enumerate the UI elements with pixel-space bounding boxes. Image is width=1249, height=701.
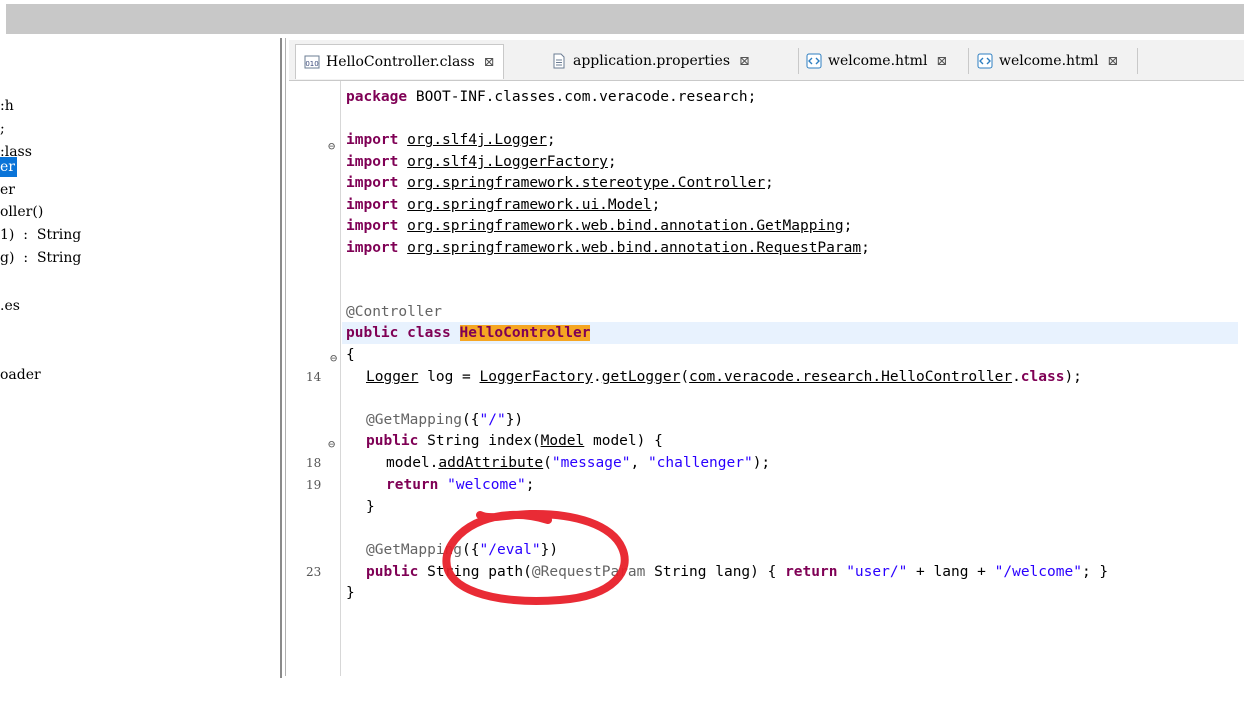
code-line-import: import org.slf4j.Logger;	[346, 132, 556, 148]
tab-separator	[968, 48, 969, 74]
tab-separator	[1137, 48, 1138, 74]
tab-label: application.properties	[573, 53, 731, 69]
line-number: 18	[306, 456, 322, 470]
tab-label: welcome.html	[828, 53, 928, 69]
code-line-return: return "welcome";	[386, 477, 535, 493]
code-line-class-decl: public class HelloController	[346, 325, 591, 341]
outline-item[interactable]: oller()	[0, 202, 43, 222]
outline-item[interactable]: ;	[0, 119, 5, 139]
line-number: 23	[306, 565, 322, 579]
tab-application-properties[interactable]: application.properties ⊠	[551, 44, 750, 78]
fold-collapse-icon[interactable]: ⊖	[328, 437, 335, 451]
class-name-highlight: HelloController	[459, 325, 591, 341]
editor-bottom-edge	[285, 676, 1249, 701]
code-line-import: import org.springframework.web.bind.anno…	[346, 240, 870, 256]
code-line-import: import org.springframework.ui.Model;	[346, 197, 661, 213]
line-number: 14	[306, 370, 322, 384]
panel-divider[interactable]	[280, 38, 282, 678]
tab-separator	[798, 48, 799, 74]
panel-divider-inner	[285, 38, 286, 678]
outline-item[interactable]: 1) : String	[0, 225, 81, 245]
outline-item[interactable]: .es	[0, 296, 20, 316]
outline-item[interactable]: oader	[0, 365, 41, 385]
tab-label: HelloController.class	[326, 54, 475, 70]
tab-welcome-html-2[interactable]: welcome.html ⊠	[977, 44, 1118, 78]
outline-item-selected[interactable]: er	[0, 157, 17, 177]
code-line-import: import org.springframework.web.bind.anno…	[346, 218, 853, 234]
code-line-class-close: }	[346, 585, 355, 601]
fold-collapse-icon[interactable]: ⊖	[330, 351, 337, 365]
gutter-divider	[340, 81, 341, 678]
code-line-index-sig: public String index(Model model) {	[366, 433, 663, 449]
tab-label: welcome.html	[999, 53, 1099, 69]
text-file-icon	[551, 53, 567, 69]
code-line-brace: {	[346, 347, 355, 363]
editor-tab-bar: 010 HelloController.class ⊠ application.…	[289, 40, 1244, 81]
code-line-brace: }	[366, 499, 375, 515]
code-line-getmapping: @GetMapping({"/"})	[366, 412, 524, 428]
code-line-path-method: public String path(@RequestParam String …	[366, 564, 1109, 580]
outline-item[interactable]: g) : String	[0, 248, 81, 268]
code-line-logger: Logger log = LoggerFactory.getLogger(com…	[366, 369, 1082, 385]
code-line-getmapping-eval: @GetMapping({"/eval"})	[366, 542, 559, 558]
outline-item[interactable]: :h	[0, 96, 14, 116]
tab-helloController-class[interactable]: 010 HelloController.class ⊠	[295, 44, 504, 79]
close-icon[interactable]: ⊠	[936, 54, 947, 69]
code-line-package: package BOOT-INF.classes.com.veracode.re…	[346, 89, 757, 105]
code-line-import: import org.slf4j.LoggerFactory;	[346, 154, 617, 170]
svg-text:010: 010	[305, 60, 318, 68]
line-number: 19	[306, 478, 322, 492]
class-file-icon: 010	[304, 54, 320, 70]
window-title-bar	[6, 4, 1244, 34]
close-icon[interactable]: ⊠	[1107, 54, 1118, 69]
html-file-icon	[977, 53, 993, 69]
code-line-annotation: @Controller	[346, 304, 443, 320]
html-file-icon	[806, 53, 822, 69]
fold-collapse-icon[interactable]: ⊖	[328, 139, 335, 153]
close-icon[interactable]: ⊠	[739, 54, 750, 69]
code-line-import: import org.springframework.stereotype.Co…	[346, 175, 774, 191]
close-icon[interactable]: ⊠	[484, 55, 495, 70]
outline-panel: :h ; :lass er er oller() 1) : String g) …	[0, 38, 280, 678]
outline-item[interactable]: er	[0, 180, 15, 200]
tab-welcome-html-1[interactable]: welcome.html ⊠	[806, 44, 947, 78]
code-line-addattribute: model.addAttribute("message", "challenge…	[386, 455, 771, 471]
